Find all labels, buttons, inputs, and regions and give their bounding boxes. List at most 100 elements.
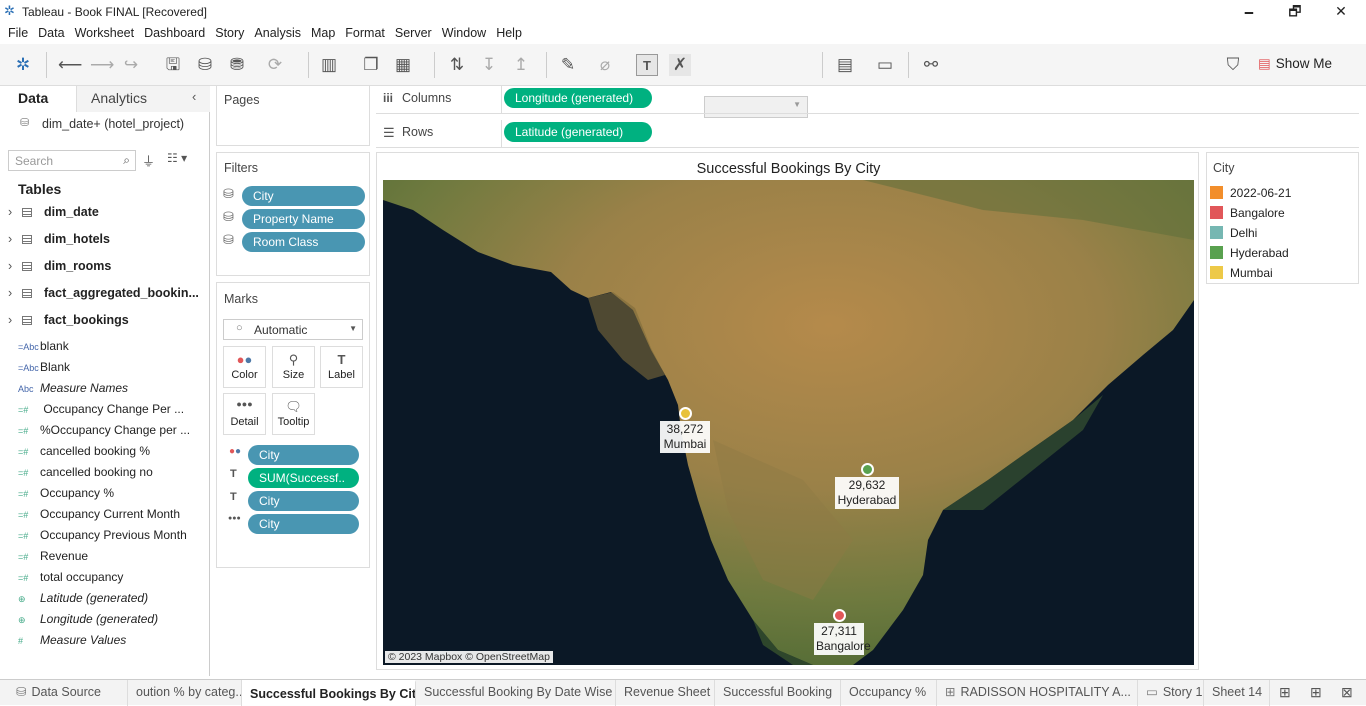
sort-descending-icon[interactable]: ↥: [510, 54, 532, 76]
field-item[interactable]: =# %Occupancy Change per ...: [18, 420, 203, 441]
sheet-tab[interactable]: Successful Booking: [715, 680, 841, 706]
map-point-mumbai[interactable]: [678, 406, 692, 420]
filter-pill-room-class[interactable]: Room Class: [242, 232, 365, 252]
map[interactable]: 38,272 Mumbai 29,632 Hyderabad 27,311 Bangalo…: [383, 180, 1194, 665]
field-item[interactable]: =# Occupancy Current Month: [18, 504, 203, 525]
tab-data[interactable]: Data: [0, 86, 76, 112]
rows-pill-latitude[interactable]: Latitude (generated): [504, 122, 652, 142]
filter-pill-property-name[interactable]: Property Name: [242, 209, 365, 229]
table-item[interactable]: › dim_rooms: [8, 253, 203, 279]
sheet-tab[interactable]: ▭ Story 1: [1138, 680, 1204, 706]
presentation-mode-icon[interactable]: ▭: [874, 54, 896, 76]
columns-shelf[interactable]: iii Columns Longitude (generated): [376, 86, 1359, 114]
color-card[interactable]: ●● Color: [223, 346, 266, 388]
menu-server[interactable]: Server: [394, 23, 433, 44]
map-attribution[interactable]: © 2023 Mapbox © OpenStreetMap: [385, 651, 553, 663]
menu-format[interactable]: Format: [344, 23, 386, 44]
field-item[interactable]: ⊕ Longitude (generated): [18, 609, 203, 630]
pages-shelf[interactable]: Pages: [216, 86, 370, 146]
menu-analysis[interactable]: Analysis: [253, 23, 302, 44]
marks-pill-label-city[interactable]: City: [248, 491, 359, 511]
legend-item[interactable]: Mumbai: [1210, 263, 1273, 283]
view-options-icon[interactable]: ☷ ▾: [167, 151, 187, 165]
field-item[interactable]: =# Revenue: [18, 546, 203, 567]
pause-updates-icon[interactable]: ⛃: [226, 54, 248, 76]
clear-sheet-icon[interactable]: ▦: [392, 54, 414, 76]
legend-item[interactable]: Delhi: [1210, 223, 1257, 243]
detail-card[interactable]: ●●● Detail: [223, 393, 266, 435]
replay-icon[interactable]: ↪: [120, 54, 142, 76]
tab-analytics[interactable]: Analytics: [76, 86, 210, 112]
field-item[interactable]: =# total occupancy: [18, 567, 203, 588]
close-icon[interactable]: ✕: [1318, 2, 1364, 22]
collapse-pane-icon[interactable]: ‹: [192, 89, 196, 104]
sheet-tab[interactable]: Sheet 14: [1204, 680, 1270, 706]
label-card[interactable]: T Label: [320, 346, 363, 388]
marks-pill-detail-city[interactable]: City: [248, 514, 359, 534]
field-item[interactable]: Abc Measure Names: [18, 378, 203, 399]
marks-pill-color-city[interactable]: City: [248, 445, 359, 465]
expand-arrow-icon[interactable]: ›: [8, 280, 22, 306]
sheet-tab[interactable]: Successful Bookings By City: [242, 680, 416, 706]
new-story-tab-icon[interactable]: ⊠: [1341, 684, 1353, 701]
show-cards-icon[interactable]: ▤: [834, 54, 856, 76]
field-item[interactable]: =# cancelled booking %: [18, 441, 203, 462]
map-point-hyderabad[interactable]: [860, 462, 874, 476]
tableau-home-icon[interactable]: ✲: [12, 54, 34, 76]
search-field[interactable]: Search ⌕: [8, 150, 136, 171]
expand-arrow-icon[interactable]: ›: [8, 226, 22, 252]
sheet-tab[interactable]: ⛁ Data Source: [8, 680, 128, 706]
table-item[interactable]: › fact_bookings: [8, 307, 203, 333]
field-item[interactable]: =# Occupancy %: [18, 483, 203, 504]
expand-arrow-icon[interactable]: ›: [8, 253, 22, 279]
mark-type-dropdown[interactable]: ○ Automatic ▼: [223, 319, 363, 340]
show-me-button[interactable]: ▤ Show Me: [1258, 53, 1332, 77]
field-item[interactable]: # Measure Values: [18, 630, 203, 651]
sheet-tab[interactable]: Successful Booking By Date Wise: [416, 680, 616, 706]
menu-map[interactable]: Map: [310, 23, 336, 44]
format-painter-icon[interactable]: ⛉: [1222, 54, 1244, 76]
legend-item[interactable]: 2022-06-21: [1210, 183, 1291, 203]
table-item[interactable]: › fact_aggregated_bookin...: [8, 280, 203, 306]
field-item[interactable]: =# Occupancy Previous Month: [18, 525, 203, 546]
field-item[interactable]: =# Occupancy Change Per ...: [18, 399, 203, 420]
sheet-tab[interactable]: ⊞ RADISSON HOSPITALITY A...: [937, 680, 1138, 706]
size-card[interactable]: ⚲ Size: [272, 346, 315, 388]
marks-pill-label-sum[interactable]: SUM(Successf..: [248, 468, 359, 488]
menu-file[interactable]: File: [7, 23, 29, 44]
table-item[interactable]: › dim_hotels: [8, 226, 203, 252]
search-input[interactable]: Search: [15, 154, 53, 168]
swap-rows-columns-icon[interactable]: ⇅: [446, 54, 468, 76]
rows-shelf[interactable]: ☰ Rows Latitude (generated): [376, 120, 1359, 148]
undo-icon[interactable]: ⟵: [58, 54, 82, 76]
menu-dashboard[interactable]: Dashboard: [143, 23, 206, 44]
new-worksheet-icon[interactable]: ▥: [318, 54, 340, 76]
new-datasource-icon[interactable]: ⛁: [194, 54, 216, 76]
restore-icon[interactable]: 🗗: [1272, 2, 1318, 22]
expand-arrow-icon[interactable]: ›: [8, 307, 22, 333]
redo-icon[interactable]: ⟶: [90, 54, 114, 76]
sort-ascending-icon[interactable]: ↧: [478, 54, 500, 76]
filters-shelf[interactable]: Filters ⛁ City ⛁ Property Name ⛁ Room Cl…: [216, 152, 370, 276]
filter-icon[interactable]: ⏚: [142, 151, 155, 170]
sheet-tab[interactable]: Occupancy %: [841, 680, 937, 706]
datasource-name[interactable]: dim_date+ (hotel_project): [42, 117, 184, 131]
menu-window[interactable]: Window: [441, 23, 487, 44]
filter-pill-city[interactable]: City: [242, 186, 365, 206]
columns-pill-longitude[interactable]: Longitude (generated): [504, 88, 652, 108]
expand-arrow-icon[interactable]: ›: [8, 199, 22, 225]
field-item[interactable]: =Abcblank: [18, 336, 203, 357]
sheet-tab[interactable]: Revenue Sheet: [616, 680, 715, 706]
table-item[interactable]: › dim_date: [8, 199, 203, 225]
new-dashboard-tab-icon[interactable]: ⊞: [1310, 684, 1322, 701]
legend-item[interactable]: Hyderabad: [1210, 243, 1289, 263]
duplicate-sheet-icon[interactable]: ❐: [360, 54, 382, 76]
legend-item[interactable]: Bangalore: [1210, 203, 1285, 223]
field-item[interactable]: =# cancelled booking no: [18, 462, 203, 483]
menu-data[interactable]: Data: [37, 23, 65, 44]
group-members-icon[interactable]: ⌀: [594, 54, 616, 76]
fix-axes-icon[interactable]: ✗: [669, 54, 691, 76]
share-icon[interactable]: ⚯: [920, 54, 942, 76]
field-item[interactable]: ⊕ Latitude (generated): [18, 588, 203, 609]
save-icon[interactable]: 🖫: [162, 54, 184, 76]
